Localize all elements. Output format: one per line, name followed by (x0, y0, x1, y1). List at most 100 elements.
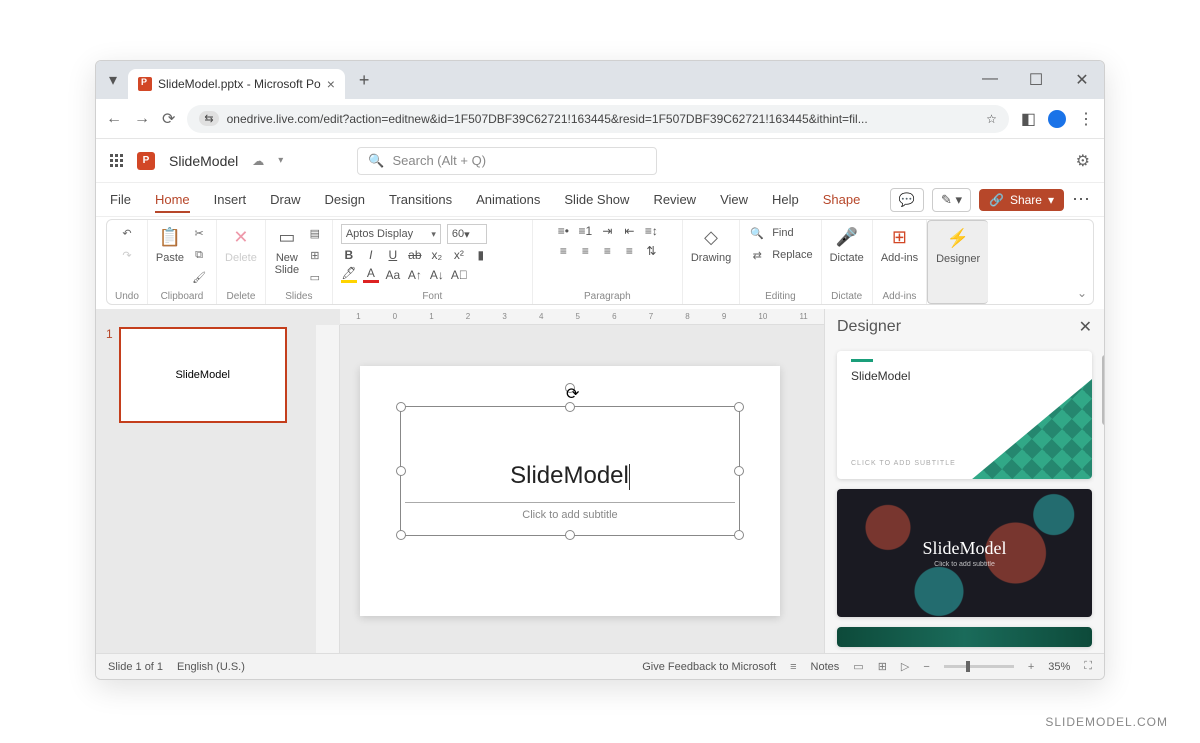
notes-icon[interactable]: ≡ (790, 661, 796, 673)
paste-button[interactable]: 📋 Paste (156, 224, 184, 264)
bold-button[interactable]: B (341, 248, 357, 262)
superscript-button[interactable]: x² (451, 248, 467, 262)
minimize-icon[interactable]: — (976, 70, 1004, 90)
scrollbar[interactable] (1102, 355, 1104, 425)
settings-gear-icon[interactable]: ⚙ (1076, 151, 1090, 171)
underline-button[interactable]: U (385, 248, 401, 262)
layout-icon[interactable]: ▤ (306, 224, 324, 242)
drawing-button[interactable]: ◇ Drawing (691, 224, 731, 264)
profile-avatar[interactable] (1048, 110, 1066, 128)
replace-button[interactable]: ⇄Replace (748, 246, 812, 264)
browser-tab[interactable]: SlideModel.pptx - Microsoft Po × (128, 69, 345, 99)
design-suggestion-1[interactable]: SlideModel CLICK TO ADD SUBTITLE (837, 351, 1092, 479)
justify-icon[interactable]: ≡ (621, 244, 637, 258)
format-painter-icon[interactable]: 🖌 (190, 268, 208, 286)
ribbon-more-icon[interactable]: ⋯ (1072, 189, 1090, 210)
copy-icon[interactable]: ⧉ (190, 246, 208, 264)
title-textbox[interactable]: ⟳ SlideModel Click to add subtitle (400, 406, 740, 536)
tab-insert[interactable]: Insert (214, 192, 247, 207)
designer-button[interactable]: ⚡ Designer (936, 225, 980, 265)
bullets-icon[interactable]: ≡• (555, 224, 571, 238)
tab-transitions[interactable]: Transitions (389, 192, 452, 207)
reload-icon[interactable]: ⟳ (162, 109, 175, 129)
normal-view-icon[interactable]: ▭ (853, 660, 863, 673)
share-button[interactable]: 🔗 Share ▾ (979, 189, 1064, 211)
site-info-icon[interactable]: ⇆ (199, 111, 218, 126)
design-suggestion-3[interactable] (837, 627, 1092, 647)
tab-design[interactable]: Design (325, 192, 365, 207)
zoom-out-icon[interactable]: − (923, 661, 929, 673)
reset-icon[interactable]: ⊞ (306, 246, 324, 264)
resize-handle[interactable] (565, 530, 575, 540)
grow-font-icon[interactable]: A↑ (407, 268, 423, 282)
forward-icon[interactable]: → (134, 110, 150, 128)
addins-button[interactable]: ⊞ Add-ins (881, 224, 918, 264)
italic-button[interactable]: I (363, 248, 379, 262)
resize-handle[interactable] (734, 402, 744, 412)
shrink-font-icon[interactable]: A↓ (429, 268, 445, 282)
clear-format-icon[interactable]: A⃠ (451, 268, 467, 282)
close-window-icon[interactable]: ✕ (1068, 70, 1096, 90)
back-icon[interactable]: ← (106, 110, 122, 128)
change-case-icon[interactable]: Aa (385, 268, 401, 282)
indent-left-icon[interactable]: ⇤ (621, 224, 637, 238)
strike-button[interactable]: ab (407, 248, 423, 262)
document-name[interactable]: SlideModel (169, 153, 238, 169)
section-icon[interactable]: ▭ (306, 268, 324, 286)
slideshow-view-icon[interactable]: ▷ (901, 660, 909, 673)
tabs-dropdown-icon[interactable]: ▾ (104, 71, 122, 89)
font-highlight-icon[interactable]: 🖊 (341, 266, 357, 283)
tab-animations[interactable]: Animations (476, 192, 540, 207)
zoom-percent[interactable]: 35% (1048, 661, 1070, 673)
tab-view[interactable]: View (720, 192, 748, 207)
align-right-icon[interactable]: ≡ (599, 244, 615, 258)
search-input[interactable]: 🔍 Search (Alt + Q) (357, 147, 657, 175)
font-size-select[interactable]: 60 ▾ (447, 224, 487, 244)
resize-handle[interactable] (734, 530, 744, 540)
app-launcher-icon[interactable] (110, 154, 123, 167)
browser-menu-icon[interactable]: ⋮ (1078, 109, 1094, 129)
subtitle-placeholder[interactable]: Click to add subtitle (405, 502, 735, 521)
cut-icon[interactable]: ✂ (190, 224, 208, 242)
collapse-ribbon-icon[interactable]: ⌄ (1077, 286, 1087, 300)
dictate-button[interactable]: 🎤 Dictate (830, 224, 864, 264)
editing-mode-button[interactable]: ✎ ▾ (932, 188, 971, 212)
text-direction-icon[interactable]: ⇅ (643, 244, 659, 258)
redo-icon[interactable]: ↷ (118, 246, 136, 264)
tab-draw[interactable]: Draw (270, 192, 300, 207)
new-slide-button[interactable]: ▭ New Slide (274, 224, 300, 276)
close-pane-icon[interactable]: ✕ (1079, 317, 1092, 337)
sorter-view-icon[interactable]: ⊞ (878, 660, 887, 673)
tab-slideshow[interactable]: Slide Show (564, 192, 629, 207)
star-icon[interactable]: ☆ (986, 112, 997, 126)
comments-button[interactable]: 💬 (890, 188, 924, 212)
delete-button[interactable]: ✕ Delete (225, 224, 257, 264)
tab-home[interactable]: Home (155, 192, 190, 213)
font-name-select[interactable]: Aptos Display (341, 224, 441, 244)
slide-editor[interactable]: 101234567891011 ⟳ SlideModel Click to ad… (316, 309, 824, 653)
extensions-icon[interactable]: ◧ (1021, 109, 1036, 129)
tab-file[interactable]: File (110, 192, 131, 207)
slide-thumbnails-panel[interactable]: 1 SlideModel (96, 309, 316, 653)
zoom-in-icon[interactable]: + (1028, 661, 1034, 673)
saved-to-cloud-icon[interactable]: ☁ (252, 154, 264, 168)
resize-handle[interactable] (565, 402, 575, 412)
tab-review[interactable]: Review (653, 192, 696, 207)
find-button[interactable]: 🔍Find (748, 224, 793, 242)
slide-thumbnail[interactable]: SlideModel (119, 327, 287, 423)
align-center-icon[interactable]: ≡ (577, 244, 593, 258)
font-color-icon[interactable]: A (363, 266, 379, 283)
doc-name-dropdown-icon[interactable]: ▾ (278, 155, 283, 166)
language-status[interactable]: English (U.S.) (177, 661, 245, 673)
rotate-handle[interactable]: ⟳ (565, 383, 575, 393)
highlight-button[interactable]: ▮ (473, 248, 489, 262)
resize-handle[interactable] (396, 530, 406, 540)
indent-right-icon[interactable]: ⇥ (599, 224, 615, 238)
title-text[interactable]: SlideModel (401, 462, 739, 490)
undo-icon[interactable]: ↶ (118, 224, 136, 242)
tab-help[interactable]: Help (772, 192, 799, 207)
slide-canvas[interactable]: ⟳ SlideModel Click to add subtitle (360, 366, 780, 616)
numbering-icon[interactable]: ≡1 (577, 224, 593, 238)
fit-to-window-icon[interactable]: ⛶ (1084, 660, 1092, 673)
design-suggestion-2[interactable]: SlideModel Click to add subtitle (837, 489, 1092, 617)
